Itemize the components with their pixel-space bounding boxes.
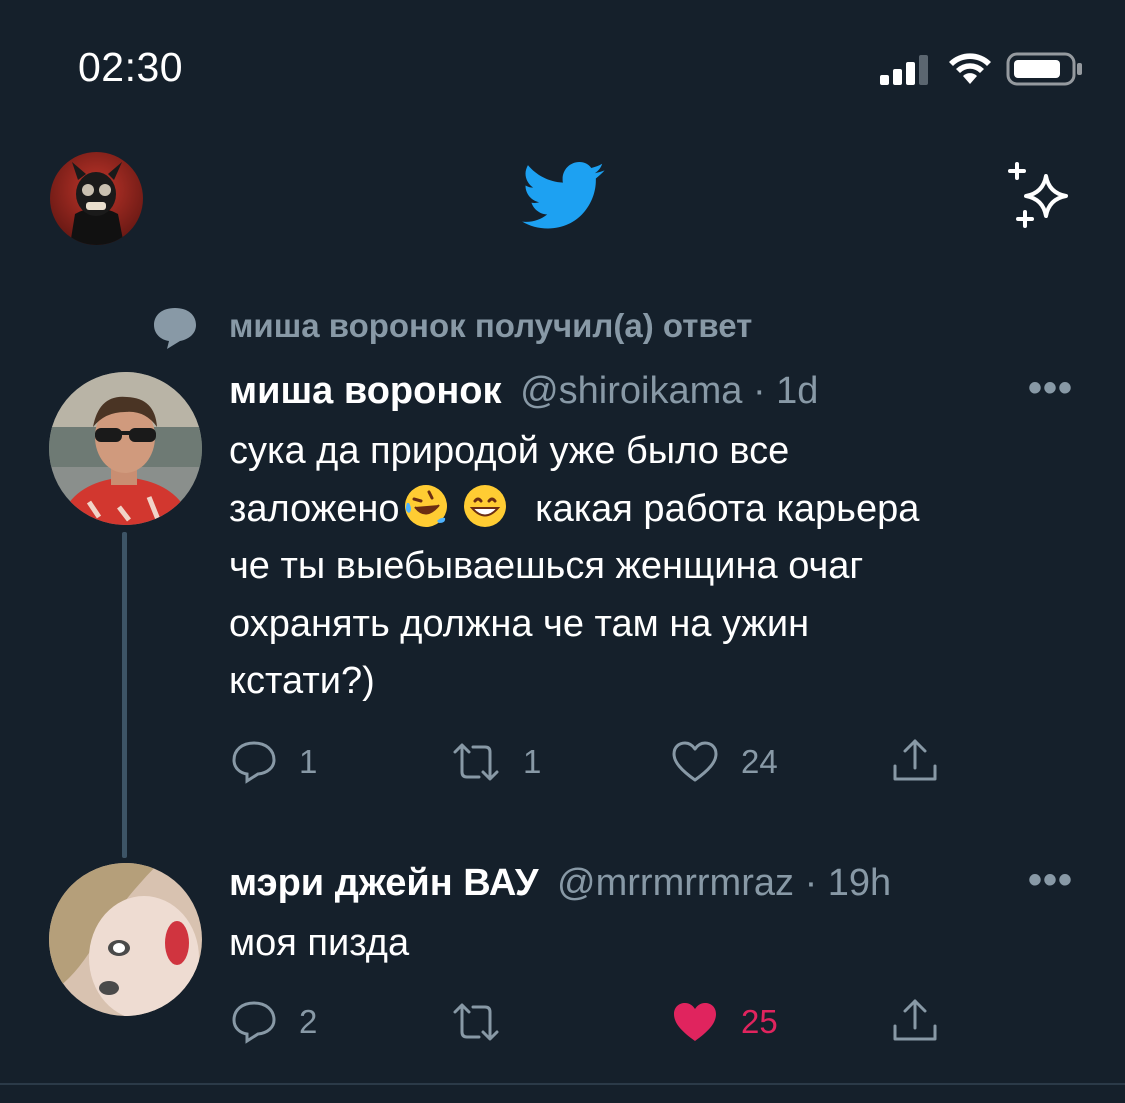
tweet-header: миша воронок @shiroikama · 1d (229, 370, 818, 413)
tweet-text-line: кстати?) (229, 660, 375, 702)
tweet-text-line: че ты выебываешься женщина очаг (229, 545, 864, 587)
author-handle[interactable]: @mrrmrrmraz (557, 862, 794, 904)
grinning-face-emoji (463, 485, 506, 528)
tweet-text-fragment: какая работа карьера (535, 487, 920, 530)
battery-icon (1006, 52, 1082, 86)
reply-count: 2 (299, 1003, 318, 1040)
avatar[interactable] (49, 863, 202, 1016)
heart-filled-icon (674, 1003, 716, 1041)
like-count: 24 (741, 743, 778, 780)
tweet-text: сука да природой уже было все заложено к… (229, 423, 1079, 711)
tweet-timestamp[interactable]: · 1d (753, 370, 818, 412)
tweet-header: мэри джейн ВАУ @mrrmrrmraz · 19h (229, 862, 891, 905)
heart-outline-icon (672, 741, 718, 782)
tweet-text-line-with-emoji: заложено какая работа карьера (229, 481, 1079, 539)
rolling-on-floor-laughing-emoji (404, 485, 447, 528)
divider (0, 1083, 1125, 1085)
cellular-signal-icon (880, 55, 928, 85)
author-handle[interactable]: @shiroikama (520, 370, 742, 412)
avatar[interactable] (49, 372, 202, 525)
tweet-text-line: охранять должна че там на ужин (229, 602, 810, 645)
reply-icon (232, 741, 276, 784)
sparkle-icon[interactable] (1004, 160, 1078, 234)
tweet-text-fragment: заложено (229, 487, 400, 530)
reply-count: 1 (299, 743, 318, 780)
author-name[interactable]: мэри джейн ВАУ (229, 862, 538, 904)
reply-button[interactable]: 2 (231, 1000, 317, 1044)
reply-bubble-icon (154, 308, 196, 349)
status-time: 02:30 (78, 44, 184, 90)
retweet-button[interactable] (451, 1000, 523, 1044)
more-options-icon[interactable]: ••• (1028, 366, 1073, 411)
reply-icon (232, 1001, 276, 1044)
author-name[interactable]: миша воронок (229, 370, 502, 412)
tweet-text: моя пизда (229, 915, 1079, 973)
my-profile-avatar[interactable] (50, 152, 143, 245)
tweet-text-line: сука да природой уже было все (229, 430, 790, 472)
share-icon (893, 999, 937, 1041)
tweet-timestamp[interactable]: · 19h (805, 862, 892, 904)
share-button[interactable] (891, 996, 939, 1044)
like-count: 25 (741, 1003, 778, 1040)
more-options-icon[interactable]: ••• (1028, 858, 1073, 903)
tweet-text-line: моя пизда (229, 922, 410, 964)
retweet-button[interactable]: 1 (451, 740, 541, 784)
like-button[interactable]: 25 (671, 1000, 778, 1044)
twitter-bird-icon[interactable] (522, 162, 606, 232)
retweet-icon (453, 743, 499, 781)
like-button[interactable]: 24 (671, 740, 778, 784)
reply-button[interactable]: 1 (231, 740, 317, 784)
retweet-count: 1 (523, 743, 542, 780)
thread-connector-line (122, 532, 127, 858)
wifi-icon (949, 53, 991, 84)
share-icon (893, 739, 937, 781)
retweet-icon (453, 1003, 499, 1041)
social-context-label[interactable]: миша воронок получил(а) ответ (229, 307, 752, 345)
share-button[interactable] (891, 736, 939, 784)
